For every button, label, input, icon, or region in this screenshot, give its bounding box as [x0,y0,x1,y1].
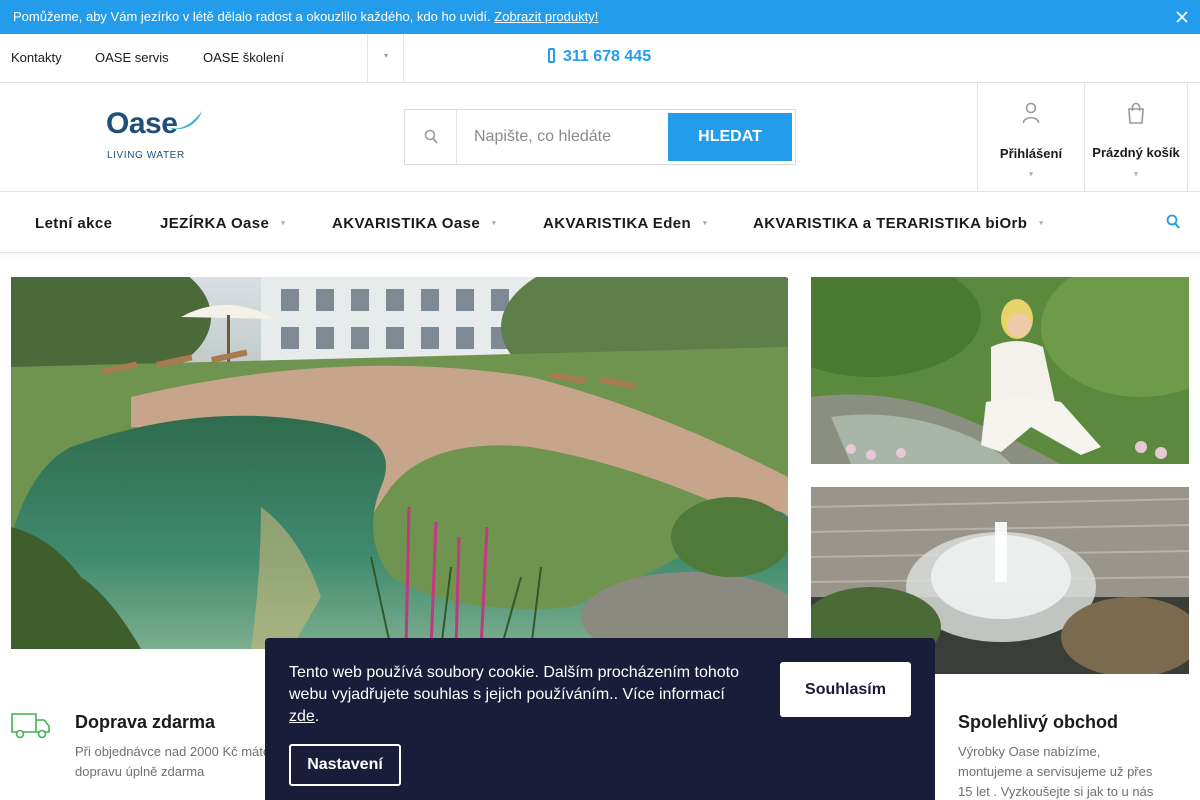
cookie-more-link[interactable]: zde [289,708,315,725]
chevron-down-icon: ▾ [1039,220,1044,227]
site-header: Oase LIVING WATER HLEDAT Přihlášení ▾ Pr… [0,83,1200,192]
util-link-servis[interactable]: OASE servis [95,50,169,65]
search-box: HLEDAT [404,109,796,165]
chevron-down-icon: ▾ [492,220,497,227]
nav-item-akvaristika-eden[interactable]: AKVARISTIKA Eden ▾ [543,215,707,232]
nav-item-jezirka[interactable]: JEZÍRKA Oase ▾ [160,215,285,232]
utility-bar: Kontakty OASE servis OASE školení ▾ 311 … [0,34,1200,83]
nav-item-biorb[interactable]: AKVARISTIKA a TERARISTIKA biOrb ▾ [753,215,1043,232]
util-more-button[interactable]: ▾ [367,34,404,82]
cart-label: Prázdný košík [1092,145,1180,160]
user-icon [1022,102,1040,127]
notice-text-wrap: Pomůžeme, aby Vám jezírko v létě dělalo … [13,9,598,24]
search-input[interactable] [457,110,667,164]
login-button[interactable]: Přihlášení ▾ [977,83,1084,191]
phone-link[interactable]: 311 678 445 [548,48,651,66]
search-icon[interactable] [1166,213,1180,235]
chevron-down-icon: ▾ [384,51,389,60]
cookie-agree-button[interactable]: Souhlasím [780,662,911,717]
logo-tagline: LIVING WATER [107,150,185,161]
benefit-title: Spolehlivý obchod [958,712,1119,732]
close-icon[interactable] [1174,9,1190,25]
main-nav: Letní akce JEZÍRKA Oase ▾ AKVARISTIKA Oas… [0,192,1200,253]
chevron-down-icon: ▾ [1134,171,1138,178]
logo-wave-icon [168,111,202,130]
benefit-truck-icon-wrap [11,710,51,745]
chevron-down-icon: ▾ [1029,171,1033,178]
truck-icon [11,713,50,739]
cart-icon [1127,102,1145,127]
chevron-down-icon: ▾ [703,220,707,227]
hero-banner-image[interactable] [11,277,788,649]
cookie-text-wrap: Tento web používá soubory cookie. Dalším… [289,662,759,728]
chevron-down-icon: ▾ [281,220,286,227]
notice-link[interactable]: Zobrazit produkty! [494,9,598,24]
benefit-text: Výrobky Oase nabízíme, montujeme a servi… [958,744,1154,799]
benefit-free-shipping: Doprava zdarma Při objednávce nad 2000 K… [75,712,275,782]
benefit-title: Doprava zdarma [75,712,216,732]
search-icon [405,110,457,164]
notice-text: Pomůžeme, aby Vám jezírko v létě dělalo … [13,9,491,24]
cookie-banner: Tento web používá soubory cookie. Dalším… [265,638,935,800]
cookie-text: Tento web používá soubory cookie. Dalším… [289,664,740,703]
nav-item-letni-akce[interactable]: Letní akce [35,215,112,232]
cart-button[interactable]: Prázdný košík ▾ [1084,83,1188,191]
logo[interactable]: Oase LIVING WATER [106,107,202,161]
nav-item-akvaristika-oase[interactable]: AKVARISTIKA Oase ▾ [332,215,496,232]
phone-icon [548,48,555,63]
phone-number: 311 678 445 [563,48,652,65]
benefit-text: Při objednávce nad 2000 Kč máte dopravu … [75,744,271,779]
benefit-reliable-shop: Spolehlivý obchod Výrobky Oase nabízíme,… [958,712,1163,800]
cookie-settings-button[interactable]: Nastavení [289,744,401,786]
search-button[interactable]: HLEDAT [668,113,792,161]
cookie-period: . [314,708,320,725]
side-banner-image-1[interactable] [811,277,1189,464]
login-label: Přihlášení [999,146,1063,161]
util-link-kontakty[interactable]: Kontakty [11,50,62,65]
util-link-skoleni[interactable]: OASE školení [203,50,284,65]
notice-bar: Pomůžeme, aby Vám jezírko v létě dělalo … [0,0,1200,34]
